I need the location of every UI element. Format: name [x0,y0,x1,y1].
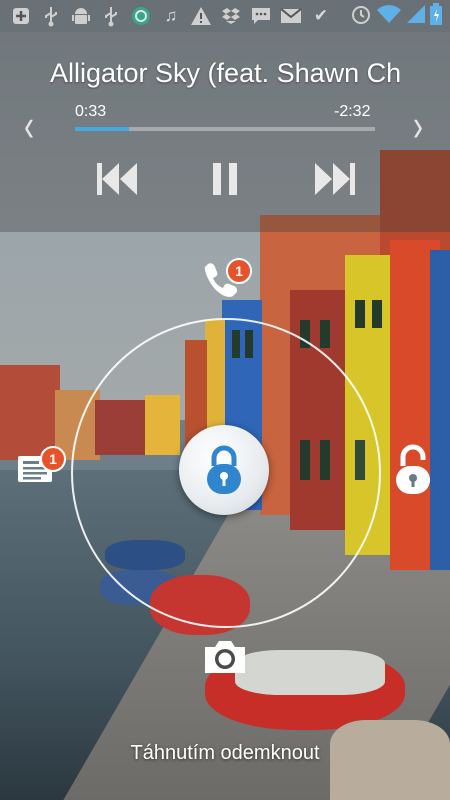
wifi-icon [376,4,402,29]
remaining-time: -2:32 [334,103,371,120]
android-icon [66,4,96,28]
check-icon: ✔ [313,6,329,25]
dropbox-icon [216,4,246,28]
plus-box-icon [6,4,36,28]
next-track-button[interactable] [313,160,357,203]
skip-next-icon [315,163,355,195]
phone-missed-badge: 1 [226,258,252,284]
warning-icon [186,4,216,28]
phone-target[interactable]: 1 [200,258,252,307]
usb-icon [96,4,126,28]
blue-padlock-icon [207,445,241,494]
usb-icon [36,4,66,28]
previous-widget-chevron-icon[interactable]: ‹ [24,102,34,153]
signal-icon [406,4,426,29]
battery-icon [430,2,442,30]
pause-button[interactable] [212,160,238,203]
camera-icon [205,641,245,673]
music-widget: Alligator Sky (feat. Shawn Chrystopher) … [0,32,450,232]
next-widget-chevron-icon[interactable]: › [413,102,423,153]
messages-unread-badge: 1 [40,446,66,472]
pause-icon [213,163,237,195]
unlock-hint-text: Táhnutím odemknout [130,742,320,764]
lock-handle[interactable] [179,425,269,515]
music-note-icon: ♫ [164,6,178,25]
circle-app-icon [126,4,156,28]
track-progress-bar[interactable] [75,127,375,131]
skip-previous-icon [97,163,137,195]
unlock-target[interactable] [393,444,433,503]
track-title: Alligator Sky (feat. Shawn Chrystopher) [50,58,400,88]
previous-track-button[interactable] [95,160,139,203]
status-bar: ♫ ✔ [0,0,450,32]
track-progress-fill [75,127,129,131]
gmail-icon [276,4,306,28]
camera-target[interactable] [202,638,248,681]
elapsed-time: 0:33 [75,103,107,120]
chat-icon [246,4,276,28]
system-icons [350,2,450,30]
messages-target[interactable]: 1 [15,446,66,491]
notification-icons: ♫ ✔ [0,4,336,28]
unlocked-padlock-icon [396,444,430,494]
alarm-icon [350,3,372,30]
